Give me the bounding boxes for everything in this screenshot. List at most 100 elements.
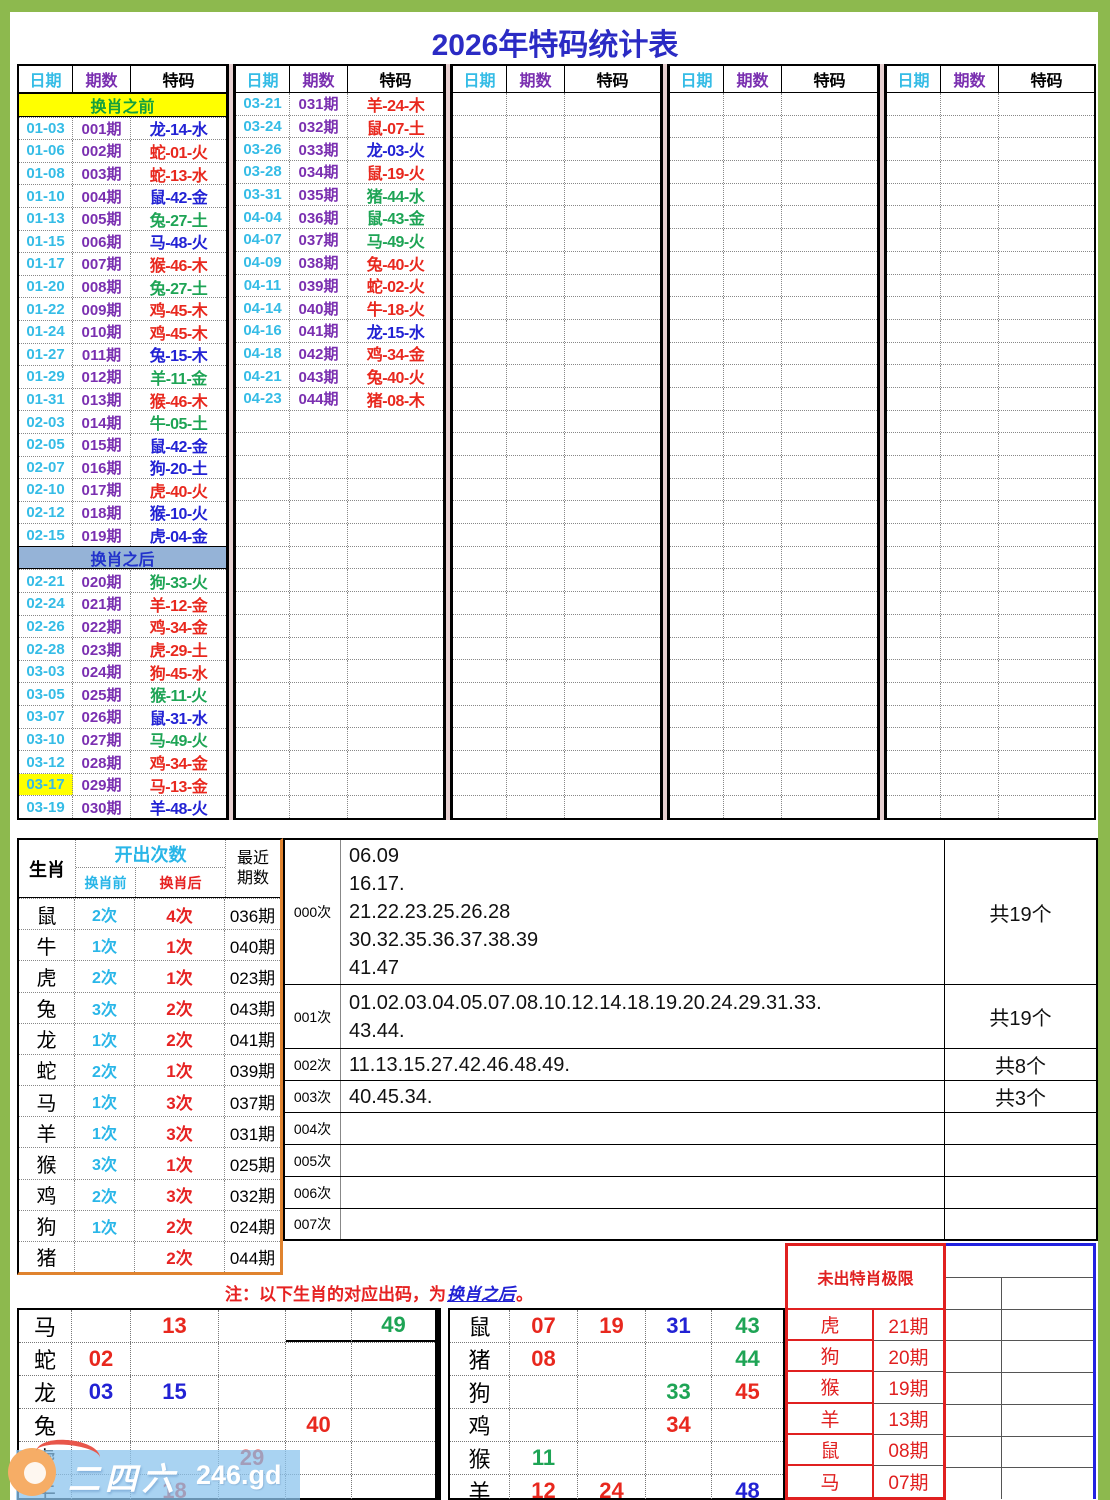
code-cell <box>999 683 1094 705</box>
date-cell <box>236 638 290 660</box>
code-cell <box>348 751 443 773</box>
code-cell: 猴-46-木 <box>131 253 226 275</box>
after-count-cell: 3次 <box>135 1180 225 1210</box>
blue-box-cell <box>1002 1373 1093 1404</box>
empty-row <box>887 795 1094 818</box>
recent-period-cell: 025期 <box>225 1148 280 1178</box>
empty-row <box>453 115 660 138</box>
period-cell <box>290 615 348 637</box>
frequency-numbers <box>341 1177 944 1208</box>
empty-row <box>670 568 877 591</box>
date-column-header: 日期 <box>887 66 941 92</box>
after-count-cell: 1次 <box>135 930 225 960</box>
recent-period-cell: 031期 <box>225 1117 280 1147</box>
code-cell <box>999 479 1094 501</box>
zodiac-cell: 蛇 <box>19 1343 72 1375</box>
result-row: 03-07026期鼠-31-水 <box>19 705 226 728</box>
empty-row <box>453 478 660 501</box>
blue-box-cell <box>946 1437 1002 1468</box>
date-cell <box>453 479 507 501</box>
code-cell <box>782 592 877 614</box>
number-cell <box>352 1343 435 1375</box>
zodiac-cell: 猪 <box>450 1343 510 1375</box>
unreleased-zodiac-limit-box: 未出特肖极限 虎21期狗20期猴19期羊13期鼠08期马07期 <box>785 1243 946 1500</box>
recent-period-cell: 041期 <box>225 1024 280 1054</box>
date-cell: 02-21 <box>19 570 73 592</box>
period-cell: 009期 <box>73 298 131 320</box>
code-cell <box>999 252 1094 274</box>
date-cell <box>887 728 941 750</box>
code-cell: 狗-33-火 <box>131 570 226 592</box>
date-cell <box>236 547 290 569</box>
date-cell <box>670 592 724 614</box>
period-cell <box>290 683 348 705</box>
period-cell <box>724 433 782 455</box>
code-cell <box>782 138 877 160</box>
output-row: 马1349 <box>19 1310 435 1342</box>
output-row: 狗3345 <box>450 1375 783 1408</box>
date-cell <box>670 683 724 705</box>
empty-row <box>670 637 877 660</box>
empty-row <box>670 205 877 228</box>
empty-row <box>887 727 1094 750</box>
period-cell: 029期 <box>73 774 131 796</box>
empty-row <box>887 205 1094 228</box>
period-cell <box>724 796 782 818</box>
date-cell <box>236 479 290 501</box>
number-cell <box>578 1409 646 1441</box>
frequency-total: 共19个 <box>944 985 1096 1048</box>
before-count-cell <box>75 1242 135 1272</box>
after-count-cell: 2次 <box>135 1024 225 1054</box>
code-cell <box>782 456 877 478</box>
date-cell <box>887 388 941 410</box>
result-row: 04-09038期兔-40-火 <box>236 251 443 274</box>
empty-row <box>670 614 877 637</box>
blue-box-cell <box>1002 1468 1093 1499</box>
times-header-group: 开出次数 换肖前 换肖后 <box>76 840 226 897</box>
result-row: 01-29012期羊-11-金 <box>19 365 226 388</box>
date-cell: 01-27 <box>19 344 73 366</box>
code-cell <box>782 524 877 546</box>
period-cell <box>290 728 348 750</box>
code-cell: 狗-45-水 <box>131 661 226 683</box>
stats-row: 羊1次3次031期 <box>19 1116 280 1147</box>
period-cell <box>941 161 999 183</box>
period-cell: 026期 <box>73 706 131 728</box>
empty-row <box>236 682 443 705</box>
result-row: 04-14040期牛-18-火 <box>236 296 443 319</box>
after-count-cell: 1次 <box>135 1148 225 1178</box>
code-column-header: 特码 <box>782 66 877 92</box>
frequency-total <box>944 1209 1096 1239</box>
frequency-table: 000次06.0916.17.21.22.23.25.26.2830.32.35… <box>283 838 1098 1241</box>
period-cell: 042期 <box>290 343 348 365</box>
empty-row <box>670 705 877 728</box>
empty-row <box>887 93 1094 115</box>
result-row: 04-21043期兔-40-火 <box>236 364 443 387</box>
blue-box-row <box>946 1437 1093 1469</box>
code-cell: 牛-18-火 <box>348 297 443 319</box>
code-cell <box>565 524 660 546</box>
period-cell <box>507 275 565 297</box>
code-cell: 牛-05-土 <box>131 411 226 433</box>
period-cell: 028期 <box>73 751 131 773</box>
number-cell <box>219 1310 286 1342</box>
period-table-group-3: 日期期数特码 <box>451 64 662 820</box>
period-cell <box>941 524 999 546</box>
date-cell <box>453 569 507 591</box>
code-cell <box>565 229 660 251</box>
period-cell: 008期 <box>73 276 131 298</box>
number-cell <box>219 1409 286 1441</box>
date-cell <box>670 206 724 228</box>
code-cell <box>565 569 660 591</box>
numbers-line: 01.02.03.04.05.07.08.10.12.14.18.19.20.2… <box>349 989 944 1017</box>
period-table-group-2: 日期期数特码03-21031期羊-24-木03-24032期鼠-07-土03-2… <box>234 64 445 820</box>
blue-box-cell <box>1002 1437 1093 1468</box>
date-cell: 01-24 <box>19 321 73 343</box>
after-count-cell: 1次 <box>135 961 225 991</box>
code-cell <box>565 479 660 501</box>
empty-row <box>670 546 877 569</box>
limit-row: 猴19期 <box>788 1372 943 1403</box>
empty-row <box>670 500 877 523</box>
numbers-line: 06.09 <box>349 842 944 870</box>
code-cell <box>999 206 1094 228</box>
